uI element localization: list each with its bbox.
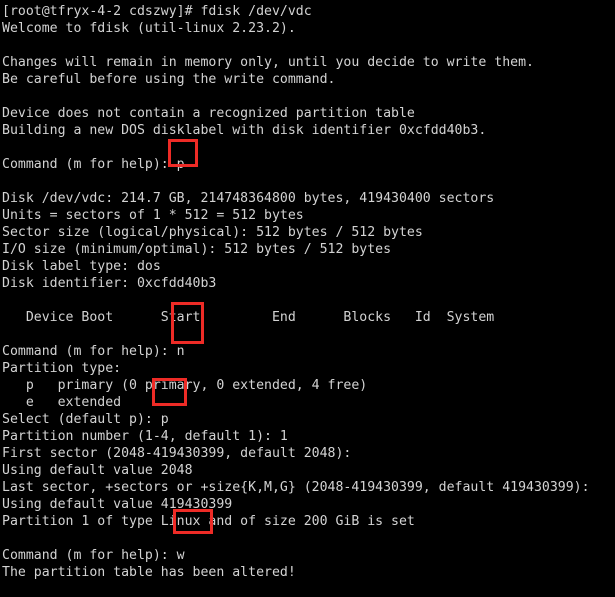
terminal-window[interactable]: [root@tfryx-4-2 cdszwy]# fdisk /dev/vdc … (0, 0, 615, 597)
terminal-line-building-disklabel: Building a new DOS disklabel with disk i… (2, 123, 487, 138)
terminal-line-be-careful: Be careful before using the write comman… (2, 72, 336, 87)
terminal-line-blank-3 (2, 139, 615, 156)
terminal-line-blank-6 (2, 326, 615, 343)
terminal-line-partition-set: Partition 1 of type Linux and of size 20… (2, 514, 415, 529)
terminal-line-table-altered: The partition table has been altered! (2, 565, 296, 580)
terminal-line-using-default-2048: Using default value 2048 (2, 463, 193, 478)
terminal-line-command-prompt-n: Command (m for help): n (2, 344, 185, 359)
terminal-line-select-default-p: Select (default p): p (2, 412, 169, 427)
terminal-line-partition-type: Partition type: (2, 361, 122, 376)
terminal-line-io-size: I/O size (minimum/optimal): 512 bytes / … (2, 242, 392, 257)
terminal-line-disk-identifier: Disk identifier: 0xcfdd40b3 (2, 276, 217, 291)
terminal-line-option-primary: p primary (0 primary, 0 extended, 4 free… (2, 378, 368, 393)
terminal-line-first-sector: First sector (2048-419430399, default 20… (2, 446, 352, 461)
terminal-output-area[interactable]: [root@tfryx-4-2 cdszwy]# fdisk /dev/vdc … (0, 0, 615, 597)
terminal-line-using-default-last: Using default value 419430399 (2, 497, 233, 512)
terminal-line-partial-cutoff: WARNING: Re-reading the partition table … (2, 593, 613, 597)
terminal-line-disk-label-type: Disk label type: dos (2, 259, 161, 274)
terminal-line-prompt-fdisk: [root@tfryx-4-2 cdszwy]# fdisk /dev/vdc (2, 4, 312, 19)
terminal-line-last-sector: Last sector, +sectors or +size{K,M,G} (2… (2, 480, 590, 495)
terminal-line-blank-2 (2, 88, 615, 105)
terminal-line-command-prompt-w: Command (m for help): w (2, 548, 185, 563)
terminal-line-blank-4 (2, 173, 615, 190)
terminal-line-option-extended: e extended (2, 395, 122, 410)
terminal-line-welcome: Welcome to fdisk (util-linux 2.23.2). (2, 21, 296, 36)
terminal-line-command-prompt-p: Command (m for help): p (2, 157, 185, 172)
terminal-line-sector-size: Sector size (logical/physical): 512 byte… (2, 225, 423, 240)
terminal-line-table-header: Device Boot Start End Blocks Id System (2, 310, 495, 325)
terminal-line-changes-memory: Changes will remain in memory only, unti… (2, 55, 534, 70)
terminal-line-blank-5 (2, 292, 615, 309)
terminal-line-no-partition-table: Device does not contain a recognized par… (2, 106, 415, 121)
terminal-line-blank-1 (2, 37, 615, 54)
terminal-line-disk-summary: Disk /dev/vdc: 214.7 GB, 214748364800 by… (2, 191, 495, 206)
terminal-line-partition-number: Partition number (1-4, default 1): 1 (2, 429, 288, 444)
terminal-line-blank-7 (2, 530, 615, 547)
terminal-line-units: Units = sectors of 1 * 512 = 512 bytes (2, 208, 304, 223)
